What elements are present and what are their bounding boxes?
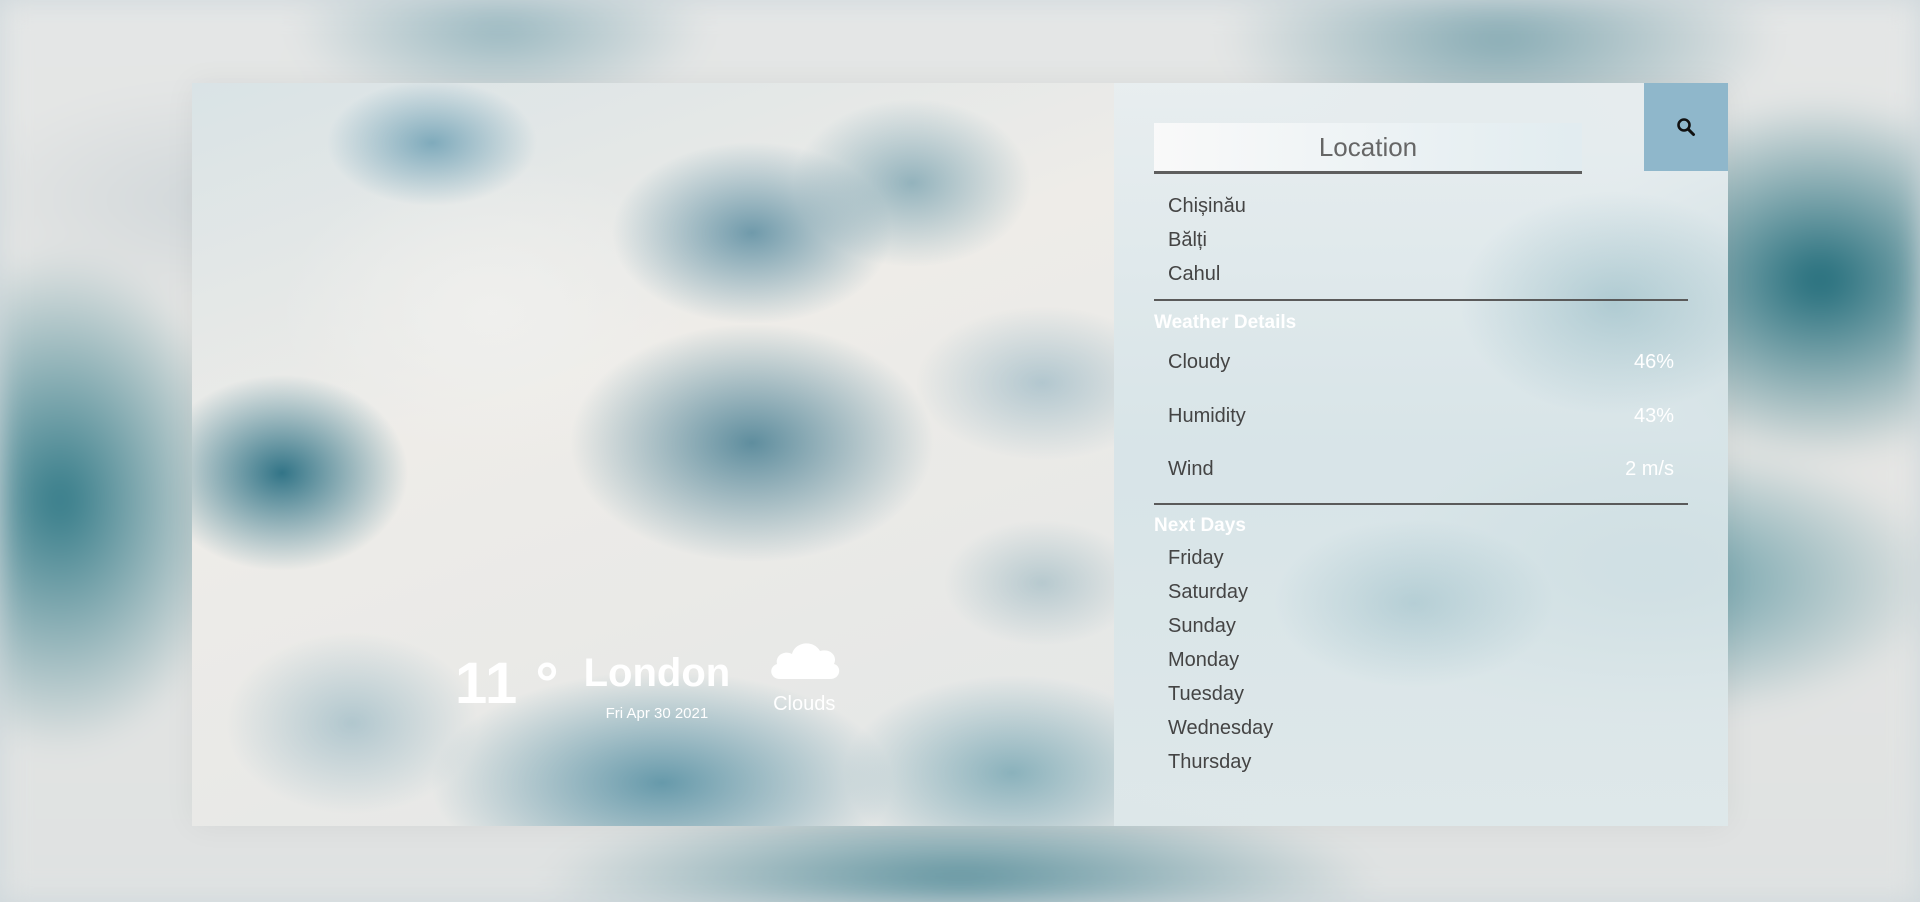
- detail-row-wind: Wind 2 m/s: [1154, 443, 1688, 497]
- city-block: London Fri Apr 30 2021: [584, 653, 731, 722]
- detail-row-cloudy: Cloudy 46%: [1154, 336, 1688, 390]
- temperature: 11 °: [455, 651, 560, 716]
- day-item[interactable]: Tuesday: [1154, 677, 1688, 711]
- detail-row-humidity: Humidity 43%: [1154, 390, 1688, 444]
- detail-label: Wind: [1168, 458, 1214, 481]
- sky-hero: 11 ° London Fri Apr 30 2021 Clouds: [192, 83, 1114, 826]
- day-item[interactable]: Saturday: [1154, 575, 1688, 609]
- divider: [1154, 299, 1688, 301]
- divider: [1154, 503, 1688, 505]
- weather-details: Cloudy 46% Humidity 43% Wind 2 m/s: [1154, 336, 1688, 497]
- weather-app: 11 ° London Fri Apr 30 2021 Clouds Chiși…: [192, 83, 1728, 826]
- detail-value: 43%: [1633, 404, 1674, 427]
- detail-label: Cloudy: [1168, 351, 1231, 374]
- next-days-title: Next Days: [1154, 515, 1246, 536]
- search-button[interactable]: [1644, 83, 1728, 171]
- cloud-icon: [771, 643, 840, 679]
- city-name: London: [583, 651, 731, 695]
- day-item[interactable]: Monday: [1154, 643, 1688, 677]
- day-item[interactable]: Sunday: [1154, 609, 1688, 643]
- condition-text: Clouds: [773, 693, 836, 715]
- location-item[interactable]: Chișinău: [1154, 189, 1688, 223]
- next-days-list: Friday Saturday Sunday Monday Tuesday We…: [1154, 541, 1688, 779]
- location-list: Chișinău Bălți Cahul: [1154, 189, 1688, 291]
- detail-label: Humidity: [1168, 404, 1246, 427]
- detail-value: 2 m/s: [1625, 458, 1674, 481]
- condition-block: Clouds: [766, 633, 842, 716]
- day-item[interactable]: Thursday: [1154, 745, 1688, 779]
- location-search-input[interactable]: [1154, 123, 1582, 174]
- detail-value: 46%: [1633, 351, 1674, 374]
- side-panel: Chișinău Bălți Cahul Weather Details Clo…: [1114, 83, 1728, 826]
- search-icon: [1677, 118, 1695, 136]
- current-weather: 11 ° London Fri Apr 30 2021 Clouds: [455, 633, 842, 722]
- day-item[interactable]: Friday: [1154, 541, 1688, 575]
- day-item[interactable]: Wednesday: [1154, 711, 1688, 745]
- location-item[interactable]: Cahul: [1154, 257, 1688, 291]
- location-item[interactable]: Bălți: [1154, 223, 1688, 257]
- weather-details-title: Weather Details: [1154, 312, 1297, 333]
- current-date: Fri Apr 30 2021: [605, 705, 709, 722]
